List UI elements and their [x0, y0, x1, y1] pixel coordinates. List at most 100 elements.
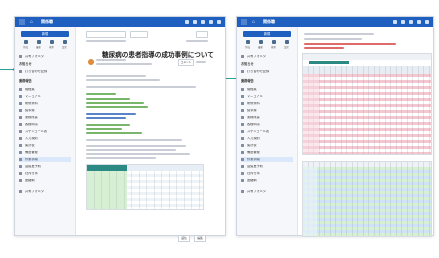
- header-text: [304, 38, 362, 40]
- new-button[interactable]: 新規: [21, 31, 69, 37]
- doc-icon: [19, 144, 22, 147]
- sidebar-item[interactable]: 連絡網: [19, 178, 71, 183]
- sidebar-item[interactable]: 打ち合わせ記録: [241, 69, 293, 74]
- home-icon[interactable]: ⌂: [30, 19, 33, 25]
- sidebar-item-active[interactable]: 作業手順: [241, 157, 293, 162]
- quick-action[interactable]: 作成: [21, 40, 30, 50]
- sidebar-item[interactable]: 備品管理: [241, 150, 293, 155]
- top-bar-icons: [393, 20, 429, 24]
- folder-icon: [241, 55, 244, 58]
- left-connector-line: [0, 69, 14, 70]
- post-date: [96, 63, 152, 65]
- sidebar-item[interactable]: 各種申請: [241, 122, 293, 127]
- quick-action[interactable]: 設定: [282, 40, 291, 50]
- latest-icon: [258, 40, 263, 44]
- quick-action[interactable]: 最新: [256, 40, 265, 50]
- comments-button[interactable]: コメント: [178, 59, 194, 66]
- spreadsheet-thumbnail[interactable]: [86, 164, 204, 210]
- search-icon[interactable]: [185, 20, 189, 24]
- quick-actions: 作成 最新 検索 設定: [21, 40, 69, 50]
- sidebar-item[interactable]: 共有フォルダ: [19, 54, 71, 59]
- schedule-sheet-lower[interactable]: [302, 161, 432, 237]
- sidebar-item[interactable]: 規程集: [19, 87, 71, 92]
- quick-action[interactable]: 検索: [47, 40, 56, 50]
- sidebar-item-active[interactable]: 作業手順: [19, 157, 71, 162]
- sheet-content: [298, 27, 433, 237]
- sidebar-item[interactable]: 入力規則: [241, 136, 293, 141]
- reply-button[interactable]: 返信: [178, 235, 190, 242]
- sidebar-item[interactable]: 規程集: [241, 87, 293, 92]
- sidebar-item[interactable]: 業務改善: [19, 115, 71, 120]
- doc-icon: [241, 179, 244, 182]
- sidebar-item[interactable]: 集計表: [19, 143, 71, 148]
- doc-icon: [19, 179, 22, 182]
- sidebar-item[interactable]: 集計表: [241, 143, 293, 148]
- filter-pill[interactable]: [130, 31, 148, 38]
- author-name: [96, 59, 126, 61]
- home-icon[interactable]: ⌂: [252, 19, 255, 25]
- sidebar-item[interactable]: 連絡網: [241, 178, 293, 183]
- sidebar-item[interactable]: スケジュール表: [241, 129, 293, 134]
- quick-action[interactable]: 検索: [269, 40, 278, 50]
- sidebar-item[interactable]: マニュアル: [241, 94, 293, 99]
- folder-icon: [241, 190, 244, 193]
- sidebar-item[interactable]: 打ち合わせ記録: [19, 69, 71, 74]
- right-sidebar: 新規 作成 最新 検索 設定 共有フォルダ お知らせ 打ち合わせ記録 業務報告 …: [237, 27, 298, 235]
- highlighted-text: [86, 102, 144, 104]
- highlighted-text: [86, 117, 126, 119]
- doc-icon: [241, 144, 244, 147]
- doc-icon: [241, 172, 244, 175]
- sidebar-item[interactable]: 備品管理: [19, 150, 71, 155]
- left-sidebar: 新規 作成 最新 検索 設定 共有フォルダ お知らせ 打ち合わせ記録 業務報告 …: [15, 27, 76, 235]
- left-app-window: ⌂ 関係職 新規 作成 最新 検索 設定 共有フォルダ お知らせ 打ち合わせ記録…: [14, 16, 226, 242]
- body-text: [86, 153, 190, 155]
- doc-icon: [19, 109, 22, 112]
- app-grid-icon[interactable]: [241, 19, 247, 25]
- user-icon[interactable]: [217, 20, 221, 24]
- new-button[interactable]: 新規: [243, 31, 291, 37]
- settings-icon[interactable]: [201, 20, 205, 24]
- sidebar-item[interactable]: 議事録: [241, 108, 293, 113]
- help-icon[interactable]: [209, 20, 213, 24]
- top-bar-icons: [185, 20, 221, 24]
- sidebar-item[interactable]: 議事録: [19, 108, 71, 113]
- quick-action[interactable]: 作成: [243, 40, 252, 50]
- quick-actions: 作成 最新 検索 設定: [243, 40, 291, 50]
- sidebar-item[interactable]: 会議室予約: [19, 164, 71, 169]
- sidebar-item[interactable]: 各種申請: [19, 122, 71, 127]
- sidebar-item[interactable]: 研修資料: [241, 101, 293, 106]
- find-icon: [49, 40, 54, 44]
- sidebar-item[interactable]: 社内行事: [19, 171, 71, 176]
- app-grid-icon[interactable]: [19, 19, 25, 25]
- search-input[interactable]: [86, 31, 126, 38]
- sidebar-item[interactable]: 共有フォルダ: [19, 189, 71, 194]
- note-icon: [241, 70, 244, 73]
- sidebar-item[interactable]: 業務改善: [241, 115, 293, 120]
- bell-icon[interactable]: [401, 20, 405, 24]
- folder-icon: [19, 55, 22, 58]
- sidebar-item[interactable]: 社内行事: [241, 171, 293, 176]
- quick-action[interactable]: 最新: [34, 40, 43, 50]
- bell-icon[interactable]: [193, 20, 197, 24]
- sort-pill[interactable]: [196, 31, 208, 38]
- note-icon: [19, 70, 22, 73]
- quick-action[interactable]: 設定: [60, 40, 69, 50]
- schedule-sheet-upper[interactable]: [302, 53, 432, 155]
- action-link[interactable]: [196, 61, 206, 63]
- user-icon[interactable]: [425, 20, 429, 24]
- sidebar-item[interactable]: 共有フォルダ: [241, 54, 293, 59]
- doc-icon: [19, 102, 22, 105]
- sidebar-item[interactable]: 研修資料: [19, 101, 71, 106]
- sidebar-item[interactable]: 入力規則: [19, 136, 71, 141]
- notice-text: [304, 47, 344, 49]
- sidebar-item[interactable]: マニュアル: [19, 94, 71, 99]
- sidebar-item[interactable]: 会議室予約: [241, 164, 293, 169]
- sidebar-item[interactable]: スケジュール表: [19, 129, 71, 134]
- author-avatar: [88, 59, 94, 65]
- settings-icon[interactable]: [409, 20, 413, 24]
- highlighted-text: [86, 93, 116, 95]
- edit-button[interactable]: 編集: [194, 235, 206, 242]
- help-icon[interactable]: [417, 20, 421, 24]
- sidebar-item[interactable]: 共有フォルダ: [241, 189, 293, 194]
- search-icon[interactable]: [393, 20, 397, 24]
